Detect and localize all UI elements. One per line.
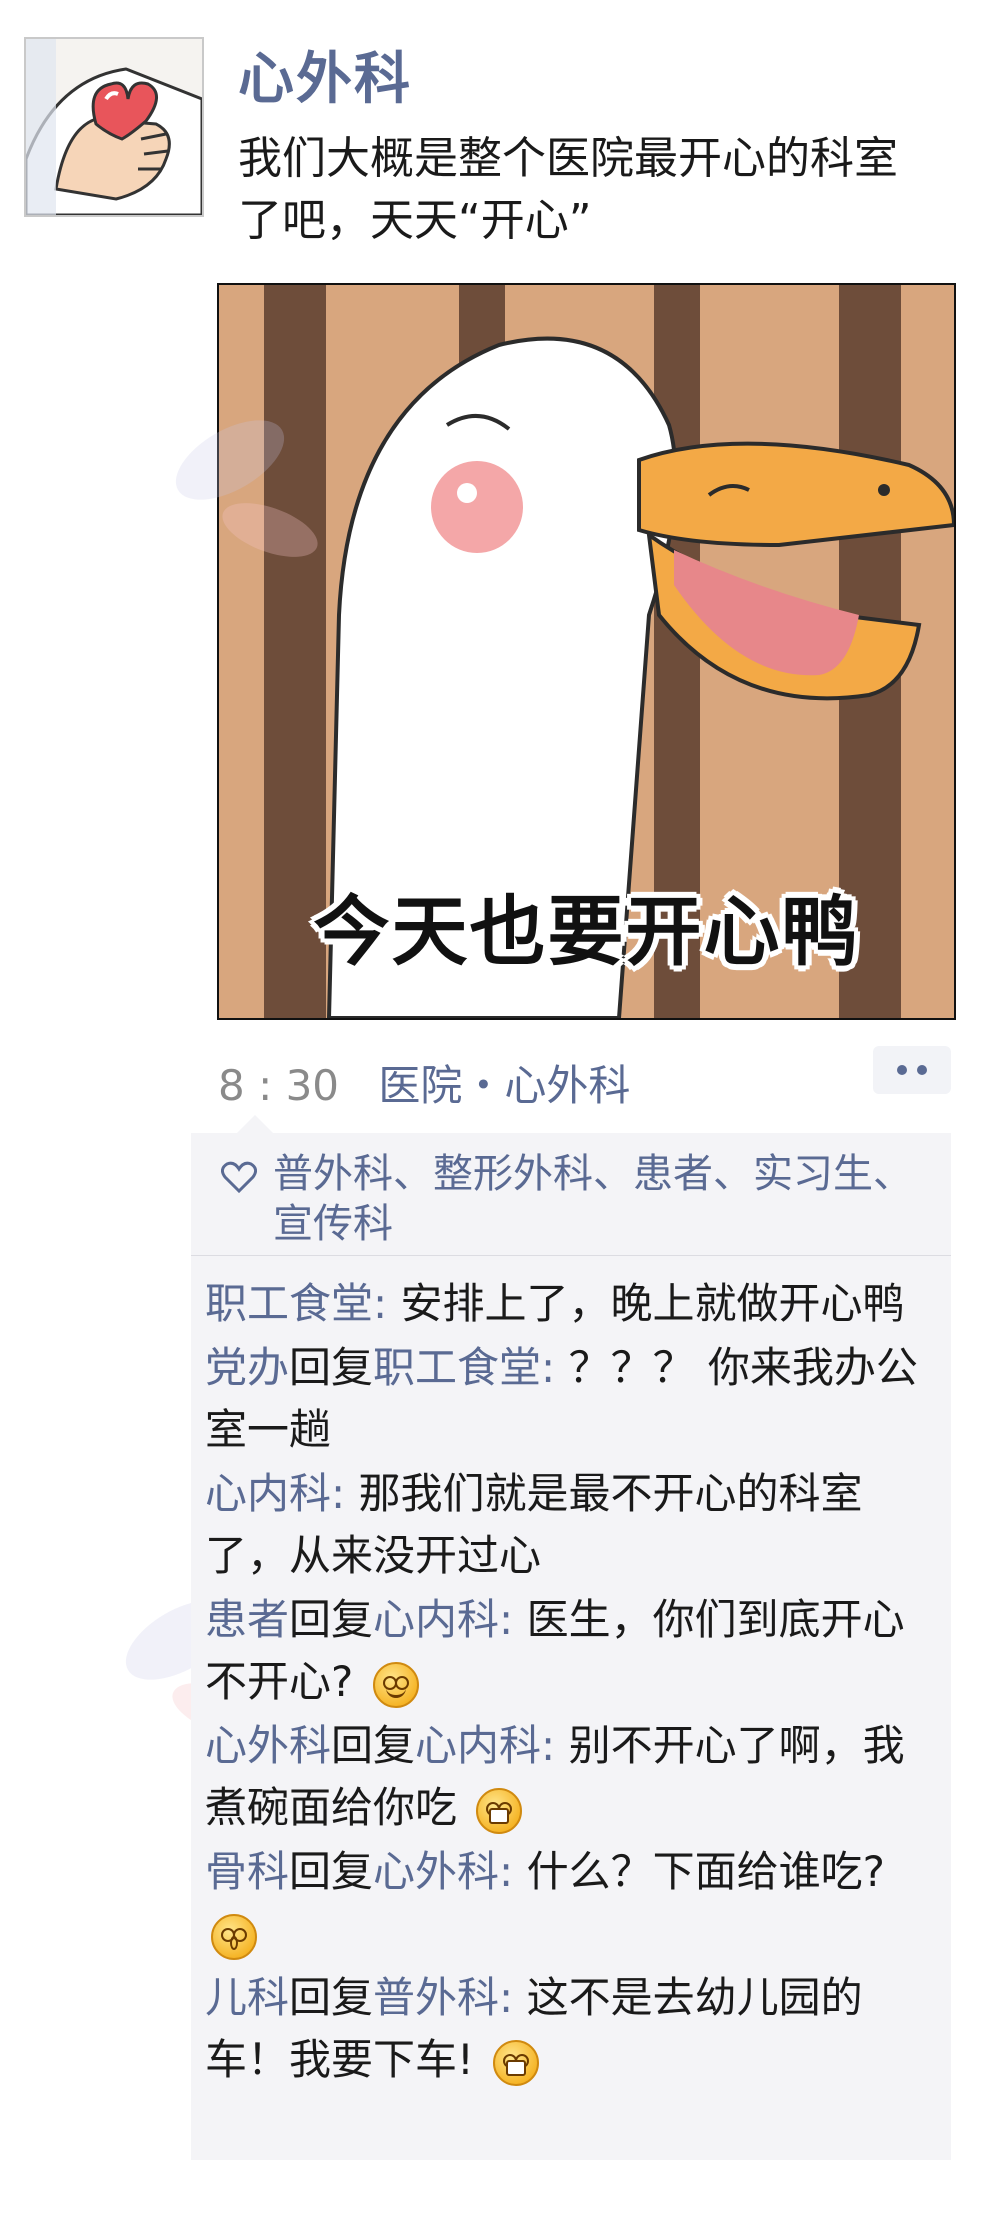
likes-row: 普外科、整形外科、患者、实习生、宣传科 <box>221 1149 931 1249</box>
reply-word: 回复 <box>289 1973 374 2022</box>
comment-reply-target[interactable]: 职工食堂 <box>373 1343 541 1392</box>
comment-item[interactable]: 党办回复职工食堂: ？？？ 你来我办公室一趟 <box>205 1337 940 1461</box>
post-meta: 8 : 30 医院・心外科 <box>218 1052 630 1113</box>
comment-list: 职工食堂: 安排上了，晚上就做开心鸭 党办回复职工食堂: ？？？ 你来我办公室一… <box>205 1273 940 2093</box>
comment-text: 什么？下面给谁吃? <box>526 1847 885 1896</box>
comment-item[interactable]: 儿科回复普外科: 这不是去幼儿园的车！我要下车! <box>205 1967 940 2091</box>
comment-user[interactable]: 患者 <box>205 1595 289 1644</box>
post-author-name[interactable]: 心外科 <box>238 34 412 115</box>
more-dots-icon <box>917 1065 927 1075</box>
comment-user[interactable]: 骨科 <box>205 1847 289 1896</box>
comment-text: 安排上了，晚上就做开心鸭 <box>400 1279 905 1328</box>
hand-heart-illustration <box>26 39 202 215</box>
post-image[interactable]: 今天也要开心鸭 <box>217 283 956 1020</box>
angry-emoji-icon <box>493 2039 540 2086</box>
comment-user[interactable]: 心外科 <box>205 1721 331 1770</box>
reply-word: 回复 <box>289 1595 374 1644</box>
comment-user[interactable]: 党办 <box>205 1343 289 1392</box>
comment-user[interactable]: 心内科 <box>205 1469 331 1518</box>
comment-reply-target[interactable]: 心内科 <box>373 1595 499 1644</box>
post-time: 8 : 30 <box>218 1061 340 1110</box>
comment-user[interactable]: 儿科 <box>205 1973 289 2022</box>
shocked-emoji-icon <box>211 1913 257 1960</box>
more-dots-icon <box>897 1065 907 1075</box>
comment-item[interactable]: 心内科: 那我们就是最不开心的科室了，从来没开过心 <box>205 1463 940 1587</box>
comment-item[interactable]: 骨科回复心外科: 什么？下面给谁吃? <box>205 1841 940 1965</box>
comment-item[interactable]: 心外科回复心内科: 别不开心了啊，我煮碗面给你吃 <box>205 1715 940 1839</box>
heart-outline-icon <box>221 1161 257 1193</box>
grin-emoji-icon <box>476 1787 523 1834</box>
reply-word: 回复 <box>289 1847 374 1896</box>
comment-reply-target[interactable]: 心外科 <box>373 1847 499 1896</box>
comment-reply-target[interactable]: 普外科 <box>373 1973 499 2022</box>
reply-word: 回复 <box>331 1721 416 1770</box>
dizzy-emoji-icon <box>372 1661 419 1708</box>
comment-section: 普外科、整形外科、患者、实习生、宣传科 职工食堂: 安排上了，晚上就做开心鸭 党… <box>191 1115 951 2160</box>
divider <box>191 1255 951 1256</box>
post-text: 我们大概是整个医院最开心的科室了吧，天天“开心” <box>238 133 898 246</box>
comment-item[interactable]: 患者回复心内科: 医生，你们到底开心不开心? <box>205 1589 940 1713</box>
comment-reply-target[interactable]: 心内科 <box>415 1721 541 1770</box>
reply-word: 回复 <box>289 1343 374 1392</box>
likes-names[interactable]: 普外科、整形外科、患者、实习生、宣传科 <box>273 1149 931 1249</box>
meme-caption: 今天也要开心鸭 <box>313 887 860 976</box>
post-location[interactable]: 医院・心外科 <box>378 1061 630 1110</box>
comment-item[interactable]: 职工食堂: 安排上了，晚上就做开心鸭 <box>205 1273 940 1335</box>
comment-user[interactable]: 职工食堂 <box>205 1279 373 1328</box>
avatar[interactable] <box>24 37 204 217</box>
more-actions-button[interactable] <box>873 1046 951 1094</box>
